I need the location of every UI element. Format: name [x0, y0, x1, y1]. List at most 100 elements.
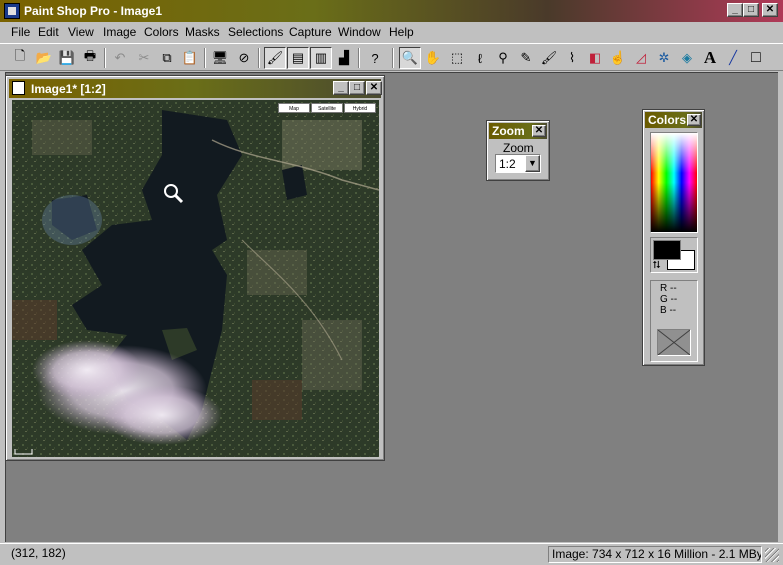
- colors-palette-close-button[interactable]: ✕: [687, 114, 701, 126]
- color-replacer-button[interactable]: ◧: [584, 47, 606, 69]
- zoom-palette-titlebar[interactable]: Zoom ✕: [489, 123, 547, 139]
- eraser-icon: ◿: [636, 50, 646, 65]
- copy-button[interactable]: ⧉: [156, 47, 178, 69]
- line-tool-icon: ╱: [729, 50, 737, 65]
- cut-button[interactable]: ✂: [133, 47, 155, 69]
- clone-brush-button[interactable]: ⌇: [561, 47, 583, 69]
- menu-capture[interactable]: Capture: [289, 25, 332, 39]
- full-screen-preview-button[interactable]: 🖥: [209, 47, 231, 69]
- clone-brush-icon: ⌇: [568, 50, 576, 65]
- colors-palette-titlebar[interactable]: Colors ✕: [645, 112, 702, 128]
- zoom-tool-button[interactable]: 🔍: [399, 47, 421, 69]
- print-button[interactable]: 🖶: [79, 47, 101, 69]
- save-button[interactable]: 💾: [56, 47, 78, 69]
- undo-icon: ↶: [114, 50, 126, 65]
- blue-value: B --: [660, 305, 677, 316]
- context-help-icon: ?: [371, 50, 379, 66]
- image-minimize-button[interactable]: _: [333, 81, 349, 95]
- selection-tool-button[interactable]: ⬚: [446, 47, 468, 69]
- normal-viewing-button[interactable]: ⊘: [233, 47, 255, 69]
- open-button[interactable]: 📂: [33, 47, 55, 69]
- paste-button[interactable]: 📋: [179, 47, 201, 69]
- hybrid-button[interactable]: Hybrid: [344, 103, 376, 113]
- retouch-icon: ☝: [609, 50, 627, 65]
- zoom-select[interactable]: 1:2 ▼: [495, 154, 541, 173]
- mover-tool-icon: ✋: [424, 50, 442, 65]
- zoom-palette-close-button[interactable]: ✕: [532, 125, 546, 137]
- toolbar: 🗋 📂 💾 🖶 ↶ ✂ ⧉ 📋 🖥 ⊘ 🖌 ▤ ▥ ▟ ? 🔍 ✋ ⬚ ℓ ⚲ …: [0, 43, 783, 71]
- chevron-down-icon[interactable]: ▼: [525, 155, 540, 172]
- flood-fill-icon: ◈: [682, 50, 692, 65]
- menu-view[interactable]: View: [68, 25, 94, 39]
- new-button[interactable]: 🗋: [9, 47, 31, 69]
- toggle-color-palette-button[interactable]: ▥: [310, 47, 332, 69]
- save-icon: 💾: [58, 50, 76, 65]
- toolbar-separator: [258, 48, 260, 68]
- eraser-button[interactable]: ◿: [630, 47, 652, 69]
- line-tool-button[interactable]: ╱: [722, 47, 744, 69]
- image-window-titlebar[interactable]: Image1* [1:2] _ □ ✕: [9, 79, 382, 98]
- close-button[interactable]: ✕: [762, 3, 778, 17]
- print-icon: 🖶: [83, 48, 97, 63]
- magic-wand-button[interactable]: ⚲: [492, 47, 514, 69]
- menu-selections[interactable]: Selections: [228, 25, 283, 39]
- toggle-tool-palette-button[interactable]: 🖌: [264, 47, 286, 69]
- menu-colors[interactable]: Colors: [144, 25, 179, 39]
- color-spectrum[interactable]: [650, 132, 698, 233]
- toggle-style-bar-icon: ▤: [291, 50, 305, 65]
- minimize-button[interactable]: _: [727, 3, 743, 17]
- menu-masks[interactable]: Masks: [185, 25, 220, 39]
- freehand-tool-icon: ℓ: [477, 50, 483, 66]
- toggle-style-bar-button[interactable]: ▤: [287, 47, 309, 69]
- menu-file[interactable]: File: [11, 25, 30, 39]
- image-close-button[interactable]: ✕: [366, 81, 382, 95]
- title-bar: Paint Shop Pro - Image1 _ □ ✕: [0, 0, 783, 22]
- magic-wand-icon: ⚲: [498, 50, 508, 65]
- dropper-button[interactable]: ✎: [515, 47, 537, 69]
- zoom-label: Zoom: [503, 141, 534, 155]
- mover-tool-button[interactable]: ✋: [422, 47, 444, 69]
- satellite-button[interactable]: Satellite: [311, 103, 343, 113]
- shapes-tool-button[interactable]: □: [745, 47, 767, 69]
- status-bar: (312, 182) Image: 734 x 712 x 16 Million…: [0, 543, 783, 565]
- menu-image[interactable]: Image: [103, 25, 136, 39]
- satellite-image: [12, 100, 379, 457]
- toolbar-separator: [104, 48, 106, 68]
- image-window: Image1* [1:2] _ □ ✕ Map Satellite Hybrid: [5, 75, 385, 461]
- paintbrush-button[interactable]: 🖌: [538, 47, 560, 69]
- maximize-button[interactable]: □: [743, 3, 759, 17]
- image-maximize-button[interactable]: □: [349, 81, 365, 95]
- foreground-color-swatch[interactable]: [653, 240, 681, 260]
- picture-tube-button[interactable]: ✲: [653, 47, 675, 69]
- colors-palette: Colors ✕ ⮁ R -- G -- B --: [642, 109, 705, 366]
- app-icon[interactable]: [4, 3, 20, 19]
- cursor-coordinates: (312, 182): [11, 546, 66, 560]
- toggle-histogram-button[interactable]: ▟: [333, 47, 355, 69]
- transparent-color-icon[interactable]: [657, 329, 691, 356]
- resize-grip[interactable]: [765, 548, 779, 562]
- copy-icon: ⧉: [162, 50, 172, 65]
- swap-colors-icon[interactable]: ⮁: [652, 260, 660, 271]
- toggle-histogram-icon: ▟: [339, 50, 349, 65]
- text-tool-icon: A: [703, 48, 717, 67]
- freehand-tool-button[interactable]: ℓ: [469, 47, 491, 69]
- flood-fill-button[interactable]: ◈: [676, 47, 698, 69]
- zoom-tool-icon: 🔍: [401, 50, 419, 65]
- map-button[interactable]: Map: [278, 103, 310, 113]
- shapes-tool-icon: □: [751, 49, 761, 66]
- menu-edit[interactable]: Edit: [38, 25, 59, 39]
- full-screen-preview-icon: 🖥: [211, 50, 229, 65]
- image-info: Image: 734 x 712 x 16 Million - 2.1 MByt…: [548, 546, 762, 563]
- text-tool-button[interactable]: A: [699, 47, 721, 69]
- normal-viewing-icon: ⊘: [238, 50, 250, 65]
- document-icon[interactable]: [12, 81, 25, 95]
- context-help-button[interactable]: ?: [364, 47, 386, 69]
- retouch-button[interactable]: ☝: [607, 47, 629, 69]
- cut-icon: ✂: [138, 50, 150, 65]
- picture-tube-icon: ✲: [658, 50, 670, 65]
- undo-button[interactable]: ↶: [109, 47, 131, 69]
- image-canvas[interactable]: Map Satellite Hybrid: [12, 100, 379, 457]
- menu-help[interactable]: Help: [389, 25, 414, 39]
- color-info-panel: R -- G -- B --: [650, 280, 698, 362]
- menu-window[interactable]: Window: [338, 25, 381, 39]
